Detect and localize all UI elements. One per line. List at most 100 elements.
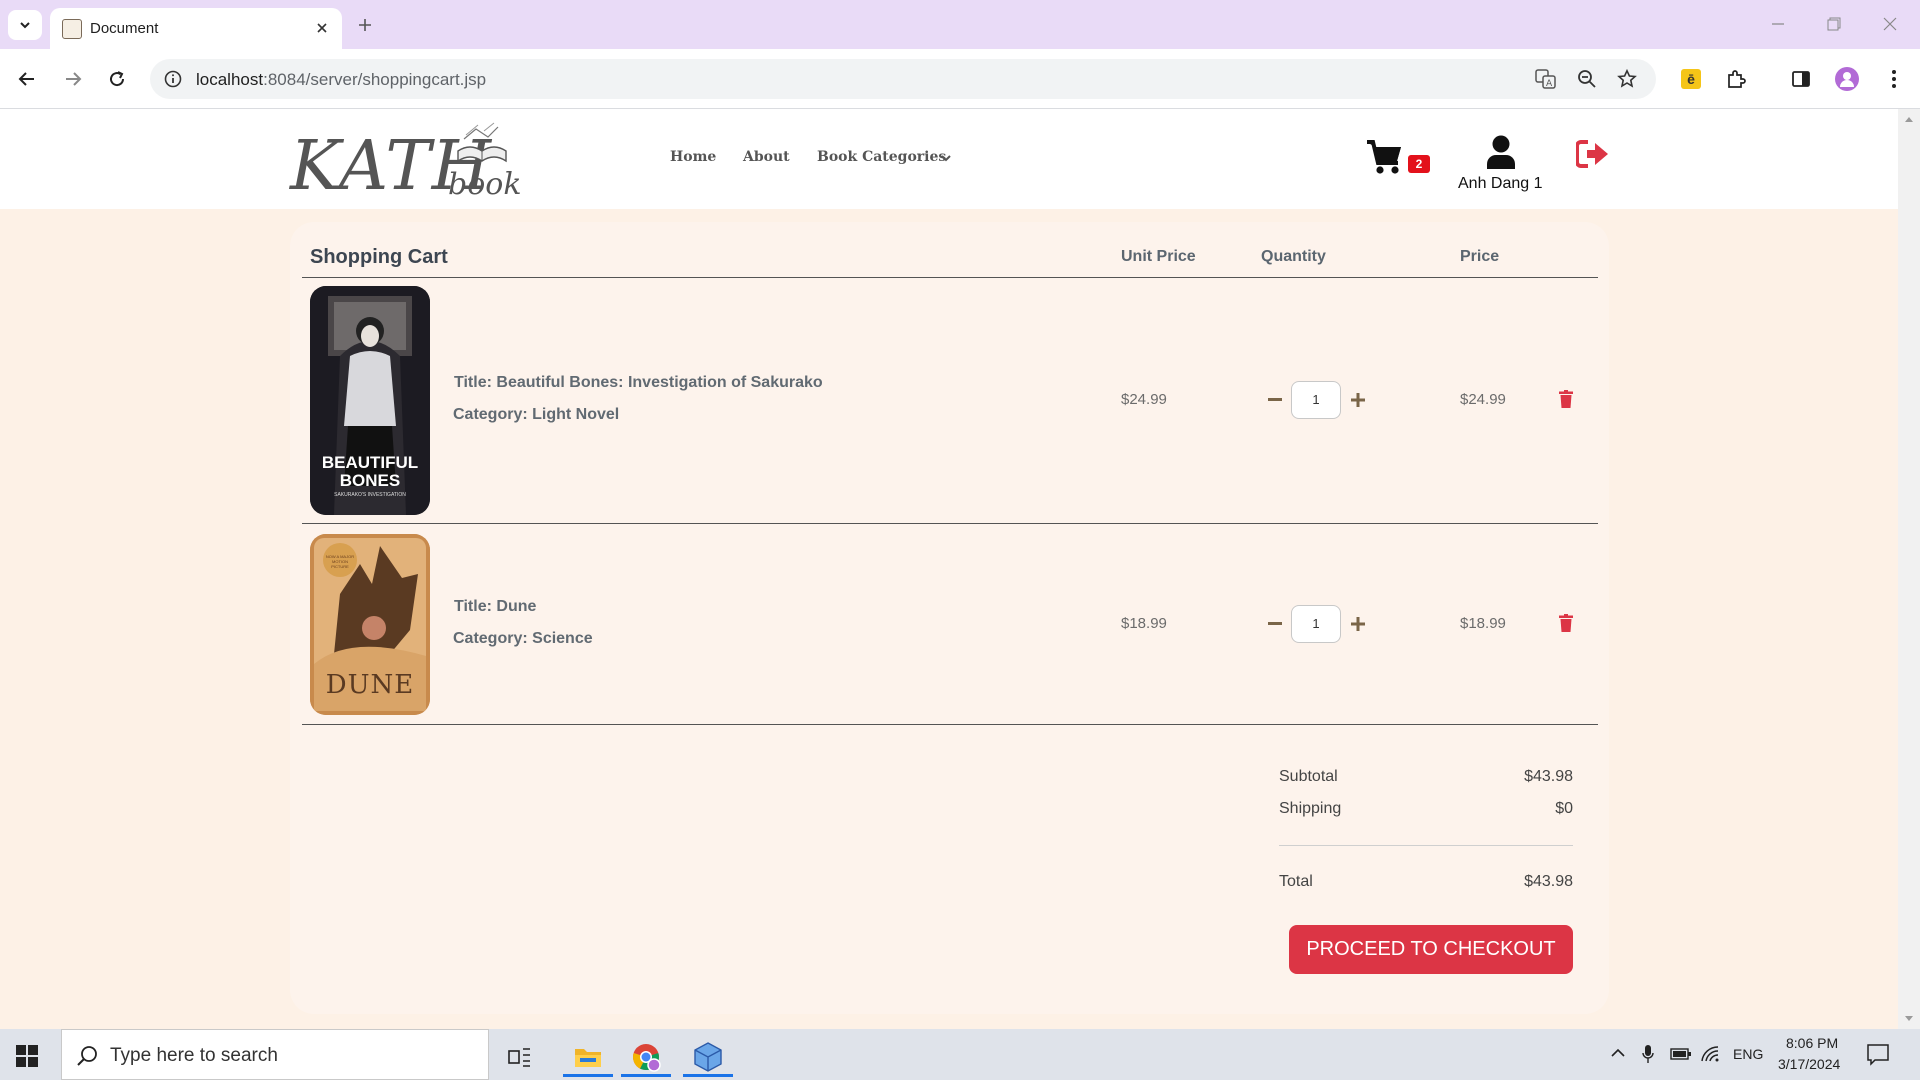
restore-icon [1827, 17, 1841, 31]
item-category: Category: Science [453, 630, 593, 648]
cover-title-text: BEAUTIFUL BONES [321, 453, 419, 490]
active-indicator [621, 1074, 671, 1077]
plus-icon [1351, 393, 1365, 407]
side-panel-button[interactable] [1787, 65, 1815, 93]
battery-icon[interactable] [1670, 1047, 1692, 1061]
quantity-input[interactable]: 1 [1291, 605, 1341, 643]
shopping-cart-card [290, 222, 1609, 1014]
new-tab-button[interactable] [352, 12, 378, 38]
wifi-icon[interactable] [1700, 1045, 1720, 1063]
clock-time[interactable]: 8:06 PM [1786, 1035, 1838, 1051]
proceed-to-checkout-button[interactable]: PROCEED TO CHECKOUT [1289, 925, 1573, 974]
site-header: KATH book Home About Book Categories 2 A… [0, 109, 1898, 209]
extension-button[interactable]: ē [1677, 65, 1705, 93]
increase-quantity-button[interactable] [1349, 615, 1367, 633]
extension-e-icon: ē [1681, 69, 1701, 89]
cover-subtitle-text: SAKURAKO'S INVESTIGATION [334, 492, 406, 498]
item-category-label: Category: [453, 630, 528, 647]
reload-icon [110, 71, 125, 87]
chevron-up-icon[interactable] [1611, 1048, 1625, 1058]
item-title: Title: Dune [454, 598, 536, 616]
item-unit-price: $24.99 [1121, 391, 1167, 408]
sign-out-icon [1576, 140, 1608, 168]
cover-title-text: DUNE [325, 670, 415, 700]
translate-icon[interactable]: A [1535, 69, 1557, 89]
forward-button[interactable] [59, 65, 87, 93]
site-logo[interactable]: KATH book [290, 121, 522, 206]
minimize-icon [1772, 23, 1784, 25]
chevron-down-icon [941, 155, 951, 162]
cart-button[interactable] [1366, 139, 1404, 175]
window-minimize-button[interactable] [1758, 10, 1798, 38]
decrease-quantity-button[interactable] [1266, 391, 1284, 409]
puzzle-icon [1728, 70, 1746, 88]
nav-about[interactable]: About [743, 149, 790, 165]
trash-icon[interactable] [1558, 390, 1574, 408]
window-close-button[interactable] [1870, 10, 1910, 38]
task-view-icon [508, 1048, 530, 1067]
item-title: Title: Beautiful Bones: Investigation of… [454, 374, 823, 392]
file-explorer-button[interactable] [559, 1037, 617, 1077]
notification-icon[interactable] [1867, 1044, 1889, 1066]
cube-app-icon [694, 1042, 722, 1072]
quantity-input[interactable]: 1 [1291, 381, 1341, 419]
page-scrollbar[interactable] [1898, 109, 1920, 1029]
reload-button[interactable] [103, 65, 131, 93]
item-category-value: Light Novel [532, 406, 620, 423]
close-icon [1883, 17, 1897, 31]
item-price: $24.99 [1460, 391, 1506, 408]
browser-toolbar: localhost:8084/server/shoppingcart.jsp A… [0, 49, 1920, 109]
logout-button[interactable] [1576, 140, 1610, 168]
browser-menu-button[interactable] [1880, 65, 1908, 93]
tab-document[interactable]: Document [50, 8, 342, 49]
nav-book-categories[interactable]: Book Categories [817, 149, 946, 165]
scroll-up-icon[interactable] [1904, 115, 1914, 123]
profile-avatar-button[interactable] [1833, 65, 1861, 93]
extensions-menu-button[interactable] [1722, 65, 1750, 93]
url-text: localhost:8084/server/shoppingcart.jsp [196, 70, 486, 90]
folder-icon [575, 1049, 601, 1067]
svg-text:A: A [1546, 79, 1553, 89]
windows-taskbar: Type here to search ENG 8:06 PM 3/17/202… [0, 1029, 1920, 1080]
book-cover-image[interactable]: BEAUTIFUL BONES SAKURAKO'S INVESTIGATION [310, 286, 430, 515]
clock-date[interactable]: 3/17/2024 [1778, 1056, 1840, 1072]
tab-search-button[interactable] [8, 10, 42, 40]
browser-tabstrip: Document [0, 0, 1920, 49]
task-view-button[interactable] [497, 1037, 543, 1077]
close-icon [317, 23, 327, 33]
nav-home[interactable]: Home [670, 149, 716, 165]
url-host: localhost [196, 70, 264, 89]
url-path: :8084/server/shoppingcart.jsp [263, 70, 487, 89]
app-cube-button[interactable] [679, 1037, 737, 1077]
chrome-icon [633, 1044, 661, 1072]
scroll-down-icon[interactable] [1904, 1015, 1914, 1023]
address-bar[interactable]: localhost:8084/server/shoppingcart.jsp A [150, 59, 1656, 99]
username-label[interactable]: Anh Dang 1 [1458, 175, 1543, 193]
language-indicator[interactable]: ENG [1733, 1046, 1763, 1062]
microphone-icon[interactable] [1642, 1044, 1654, 1064]
bookmark-star-icon[interactable] [1617, 69, 1637, 89]
site-info-icon[interactable] [164, 70, 182, 88]
chevron-down-icon [20, 22, 30, 29]
back-button[interactable] [13, 65, 41, 93]
tab-close-button[interactable] [312, 18, 332, 38]
shopping-cart-icon [1367, 140, 1401, 174]
start-button[interactable] [16, 1045, 38, 1067]
item-category: Category: Light Novel [453, 406, 619, 424]
book-cover-image[interactable]: NOW A MAJOR MOTION PICTURE DUNE [310, 534, 430, 715]
trash-icon[interactable] [1558, 614, 1574, 632]
decrease-quantity-button[interactable] [1266, 615, 1284, 633]
avatar-icon [1835, 67, 1859, 91]
search-icon [77, 1046, 97, 1066]
increase-quantity-button[interactable] [1349, 391, 1367, 409]
zoom-icon[interactable] [1577, 69, 1597, 89]
side-panel-icon [1792, 71, 1810, 87]
subtotal-value: $43.98 [1524, 768, 1573, 785]
item-category-label: Category: [453, 406, 528, 423]
total-label: Total [1279, 873, 1313, 890]
window-restore-button[interactable] [1814, 10, 1854, 38]
chrome-taskbar-button[interactable] [617, 1037, 675, 1077]
taskbar-search-box[interactable]: Type here to search [61, 1029, 489, 1080]
user-account-button[interactable] [1486, 135, 1516, 169]
active-indicator [563, 1074, 613, 1077]
